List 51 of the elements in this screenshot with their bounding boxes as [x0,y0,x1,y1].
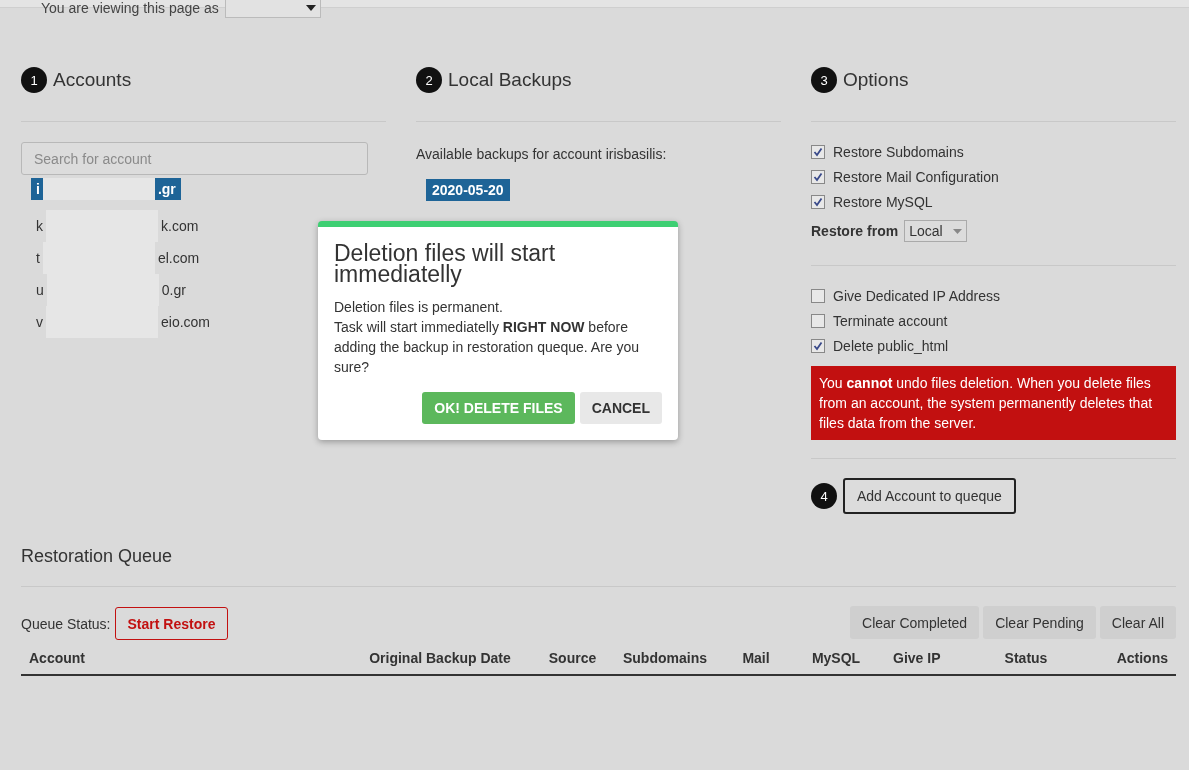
column-header: Mail [741,650,771,666]
checkbox-option[interactable]: Delete public_html [811,333,1176,358]
cancel-button[interactable]: CANCEL [579,392,662,424]
account-item[interactable]: v eio.com [31,306,216,338]
queue-status-label: Queue Status: [21,615,111,632]
queue-title: Restoration Queue [21,546,174,568]
caret-icon [305,5,316,11]
checkbox-option[interactable]: Give Dedicated IP Address [811,283,1176,308]
column-header: MySQL [810,650,862,666]
start-restore-button[interactable]: Start Restore [114,607,229,640]
caret-icon [952,228,962,234]
viewing-as-label: You are viewing this page as [41,0,219,16]
dialog-message: Deletion files is permanent. Task will start immediatelly RIGHT NOW before adding the backup in restoration queque. Are you sure? [334,298,641,377]
column-header: Account [28,650,86,666]
checkbox-option[interactable]: Restore Mail Configuration [811,164,1176,189]
checkbox-option[interactable]: Restore Subdomains [811,139,1176,164]
account-item[interactable]: i .gr [31,178,181,200]
backups-caption: Available backups for account irisbasilis: [416,146,668,162]
restore-from-label: Restore from [811,223,899,239]
add-account-button[interactable]: Add Account to queque [843,478,1016,514]
clear-button[interactable]: Clear Pending [983,606,1096,639]
check-icon [813,171,823,182]
checkbox-option[interactable]: Restore MySQL [811,189,1176,214]
section-title: Options [843,69,909,91]
check-icon [813,196,823,207]
account-item[interactable]: t el.com [31,242,205,274]
deletion-warning: You cannot undo files deletion. When you delete files from an account, the system permanently deletes that files data from the server. [811,366,1176,440]
account-item[interactable]: u 0.gr [31,274,191,306]
user-dropdown[interactable] [224,0,321,18]
step-number: 3 [811,67,837,93]
source-dropdown[interactable]: Local [904,220,967,242]
column-header: Original Backup Date [368,650,512,666]
step-number: 1 [21,67,47,93]
check-icon [813,146,823,157]
step-number: 2 [416,67,442,93]
column-header: Status [1003,650,1049,666]
column-header: Subdomains [622,650,708,666]
section-title: Accounts [53,69,132,91]
column-header: Source [547,650,598,666]
clear-button[interactable]: Clear Completed [850,606,980,639]
backup-date[interactable]: 2020-05-20 [426,179,510,201]
search-field[interactable]: Search for account [21,142,368,175]
checkbox-option[interactable]: Terminate account [811,308,1176,333]
column-header: Actions [1115,650,1169,666]
section-title: Local Backups [448,69,572,91]
step-number: 4 [811,483,837,509]
check-icon [813,340,823,351]
dialog-title: Deletion files will start immediatelly [334,243,557,285]
account-item[interactable]: k k.com [31,210,204,242]
column-header: Give IP [892,650,942,666]
clear-button[interactable]: Clear All [1099,606,1176,639]
